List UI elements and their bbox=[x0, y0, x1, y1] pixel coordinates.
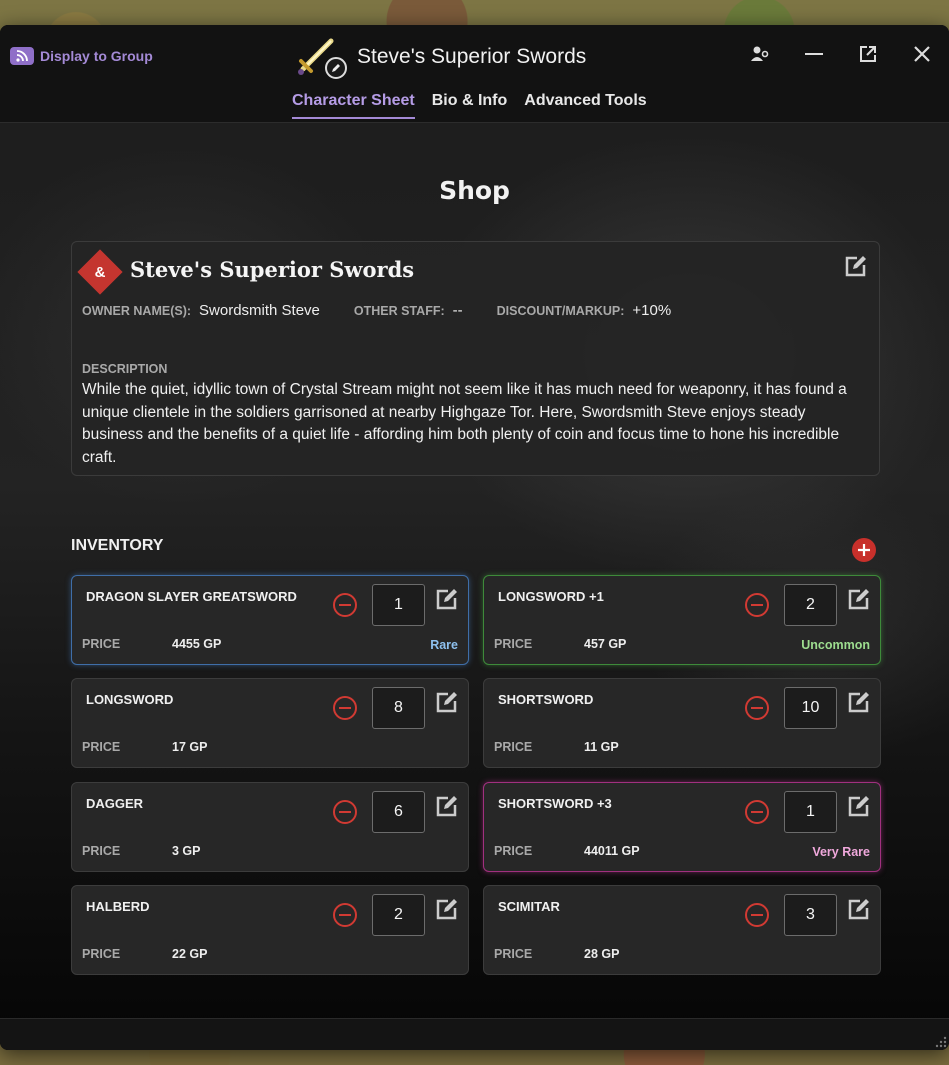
discount-label: DISCOUNT/MARKUP: bbox=[496, 304, 625, 318]
inventory-item: LONGSWORD 8 PRICE 17 GP bbox=[71, 678, 469, 768]
item-price: 44011 GP bbox=[584, 844, 640, 858]
close-icon[interactable] bbox=[909, 41, 935, 67]
dnd-logo-icon: & bbox=[77, 249, 123, 295]
edit-item-icon[interactable] bbox=[435, 587, 459, 611]
inventory-item: SCIMITAR 3 PRICE 28 GP bbox=[483, 885, 881, 975]
item-price: 28 GP bbox=[584, 947, 620, 961]
item-name: DRAGON SLAYER GREATSWORD bbox=[86, 589, 297, 604]
tab-bar: Character Sheet Bio & Info Advanced Tool… bbox=[292, 92, 647, 119]
price-label: PRICE bbox=[82, 844, 121, 858]
edit-item-icon[interactable] bbox=[847, 690, 871, 714]
price-label: PRICE bbox=[82, 947, 121, 961]
edit-item-icon[interactable] bbox=[435, 690, 459, 714]
edit-shop-icon[interactable] bbox=[844, 254, 868, 278]
quantity-field[interactable]: 2 bbox=[784, 584, 837, 626]
shop-meta-row: OWNER NAME(S): Swordsmith Steve OTHER ST… bbox=[82, 302, 705, 319]
item-name: LONGSWORD bbox=[86, 692, 174, 707]
decrease-quantity-icon[interactable] bbox=[333, 800, 357, 824]
window-title-group: Steve's Superior Swords bbox=[297, 35, 586, 79]
price-label: PRICE bbox=[494, 637, 533, 651]
display-to-group-label: Display to Group bbox=[40, 48, 153, 64]
add-item-icon[interactable] bbox=[852, 538, 876, 562]
price-label: PRICE bbox=[494, 947, 533, 961]
staff-value: -- bbox=[452, 302, 463, 319]
user-settings-icon[interactable] bbox=[747, 41, 773, 67]
decrease-quantity-icon[interactable] bbox=[745, 696, 769, 720]
inventory-item: DAGGER 6 PRICE 3 GP bbox=[71, 782, 469, 872]
price-label: PRICE bbox=[82, 637, 121, 651]
quantity-field[interactable]: 1 bbox=[372, 584, 425, 626]
window-titlebar: Display to Group Steve's Superior Swords bbox=[0, 25, 949, 123]
sheet-content: Shop & Steve's Superior Swords OWNER NAM… bbox=[0, 123, 949, 1018]
discount-value: +10% bbox=[632, 302, 672, 319]
item-price: 4455 GP bbox=[172, 637, 222, 651]
price-label: PRICE bbox=[82, 740, 121, 754]
description-label: DESCRIPTION bbox=[82, 362, 168, 376]
quantity-field[interactable]: 6 bbox=[372, 791, 425, 833]
edit-item-icon[interactable] bbox=[847, 897, 871, 921]
edit-avatar-icon[interactable] bbox=[325, 57, 347, 79]
decrease-quantity-icon[interactable] bbox=[333, 593, 357, 617]
item-name: SCIMITAR bbox=[498, 899, 560, 914]
inventory-item: SHORTSWORD +3 1 PRICE 44011 GP Very Rare bbox=[483, 782, 881, 872]
tab-character-sheet[interactable]: Character Sheet bbox=[292, 92, 415, 119]
staff-label: OTHER STAFF: bbox=[353, 304, 445, 318]
shop-window: Display to Group Steve's Superior Swords bbox=[0, 25, 949, 1050]
decrease-quantity-icon[interactable] bbox=[745, 593, 769, 617]
decrease-quantity-icon[interactable] bbox=[333, 903, 357, 927]
sword-avatar[interactable] bbox=[297, 35, 347, 79]
edit-item-icon[interactable] bbox=[435, 794, 459, 818]
display-to-group-button[interactable]: Display to Group bbox=[10, 46, 153, 66]
item-name: SHORTSWORD bbox=[498, 692, 594, 707]
quantity-field[interactable]: 3 bbox=[784, 894, 837, 936]
edit-item-icon[interactable] bbox=[847, 794, 871, 818]
shop-name: Steve's Superior Swords bbox=[130, 257, 415, 282]
inventory-item: DRAGON SLAYER GREATSWORD 1 PRICE 4455 GP Rar… bbox=[71, 575, 469, 665]
tab-advanced-tools[interactable]: Advanced Tools bbox=[524, 92, 646, 119]
price-label: PRICE bbox=[494, 844, 533, 858]
page-title: Shop bbox=[439, 176, 510, 205]
owner-value: Swordsmith Steve bbox=[199, 302, 320, 319]
quantity-field[interactable]: 10 bbox=[784, 687, 837, 729]
quantity-field[interactable]: 1 bbox=[784, 791, 837, 833]
item-name: HALBERD bbox=[86, 899, 150, 914]
inventory-title: INVENTORY bbox=[71, 537, 164, 554]
window-footer bbox=[0, 1018, 949, 1050]
decrease-quantity-icon[interactable] bbox=[745, 903, 769, 927]
inventory-item: SHORTSWORD 10 PRICE 11 GP bbox=[483, 678, 881, 768]
item-price: 3 GP bbox=[172, 844, 201, 858]
quantity-field[interactable]: 2 bbox=[372, 894, 425, 936]
window-controls bbox=[747, 41, 935, 67]
minimize-icon[interactable] bbox=[801, 41, 827, 67]
rarity-badge: Rare bbox=[430, 638, 458, 652]
price-label: PRICE bbox=[494, 740, 533, 754]
inventory-item: HALBERD 2 PRICE 22 GP bbox=[71, 885, 469, 975]
item-name: DAGGER bbox=[86, 796, 144, 811]
rarity-badge: Very Rare bbox=[812, 845, 870, 859]
item-price: 457 GP bbox=[584, 637, 627, 651]
pop-out-icon[interactable] bbox=[855, 41, 881, 67]
quantity-field[interactable]: 8 bbox=[372, 687, 425, 729]
tab-bio-info[interactable]: Bio & Info bbox=[432, 92, 508, 119]
item-name: SHORTSWORD +3 bbox=[498, 796, 612, 811]
item-name: LONGSWORD +1 bbox=[498, 589, 604, 604]
rss-icon bbox=[10, 47, 34, 65]
decrease-quantity-icon[interactable] bbox=[745, 800, 769, 824]
item-price: 22 GP bbox=[172, 947, 208, 961]
owner-label: OWNER NAME(S): bbox=[82, 304, 192, 318]
shop-info-card: & Steve's Superior Swords OWNER NAME(S):… bbox=[71, 241, 880, 476]
description-text: While the quiet, idyllic town of Crystal… bbox=[82, 381, 847, 466]
decrease-quantity-icon[interactable] bbox=[333, 696, 357, 720]
edit-item-icon[interactable] bbox=[435, 897, 459, 921]
item-price: 17 GP bbox=[172, 740, 208, 754]
rarity-badge: Uncommon bbox=[801, 638, 870, 652]
resize-grip-icon[interactable] bbox=[933, 1034, 947, 1048]
item-price: 11 GP bbox=[584, 740, 619, 754]
logo-glyph: & bbox=[94, 263, 106, 281]
inventory-item: LONGSWORD +1 2 PRICE 457 GP Uncommon bbox=[483, 575, 881, 665]
edit-item-icon[interactable] bbox=[847, 587, 871, 611]
window-title: Steve's Superior Swords bbox=[357, 45, 587, 68]
